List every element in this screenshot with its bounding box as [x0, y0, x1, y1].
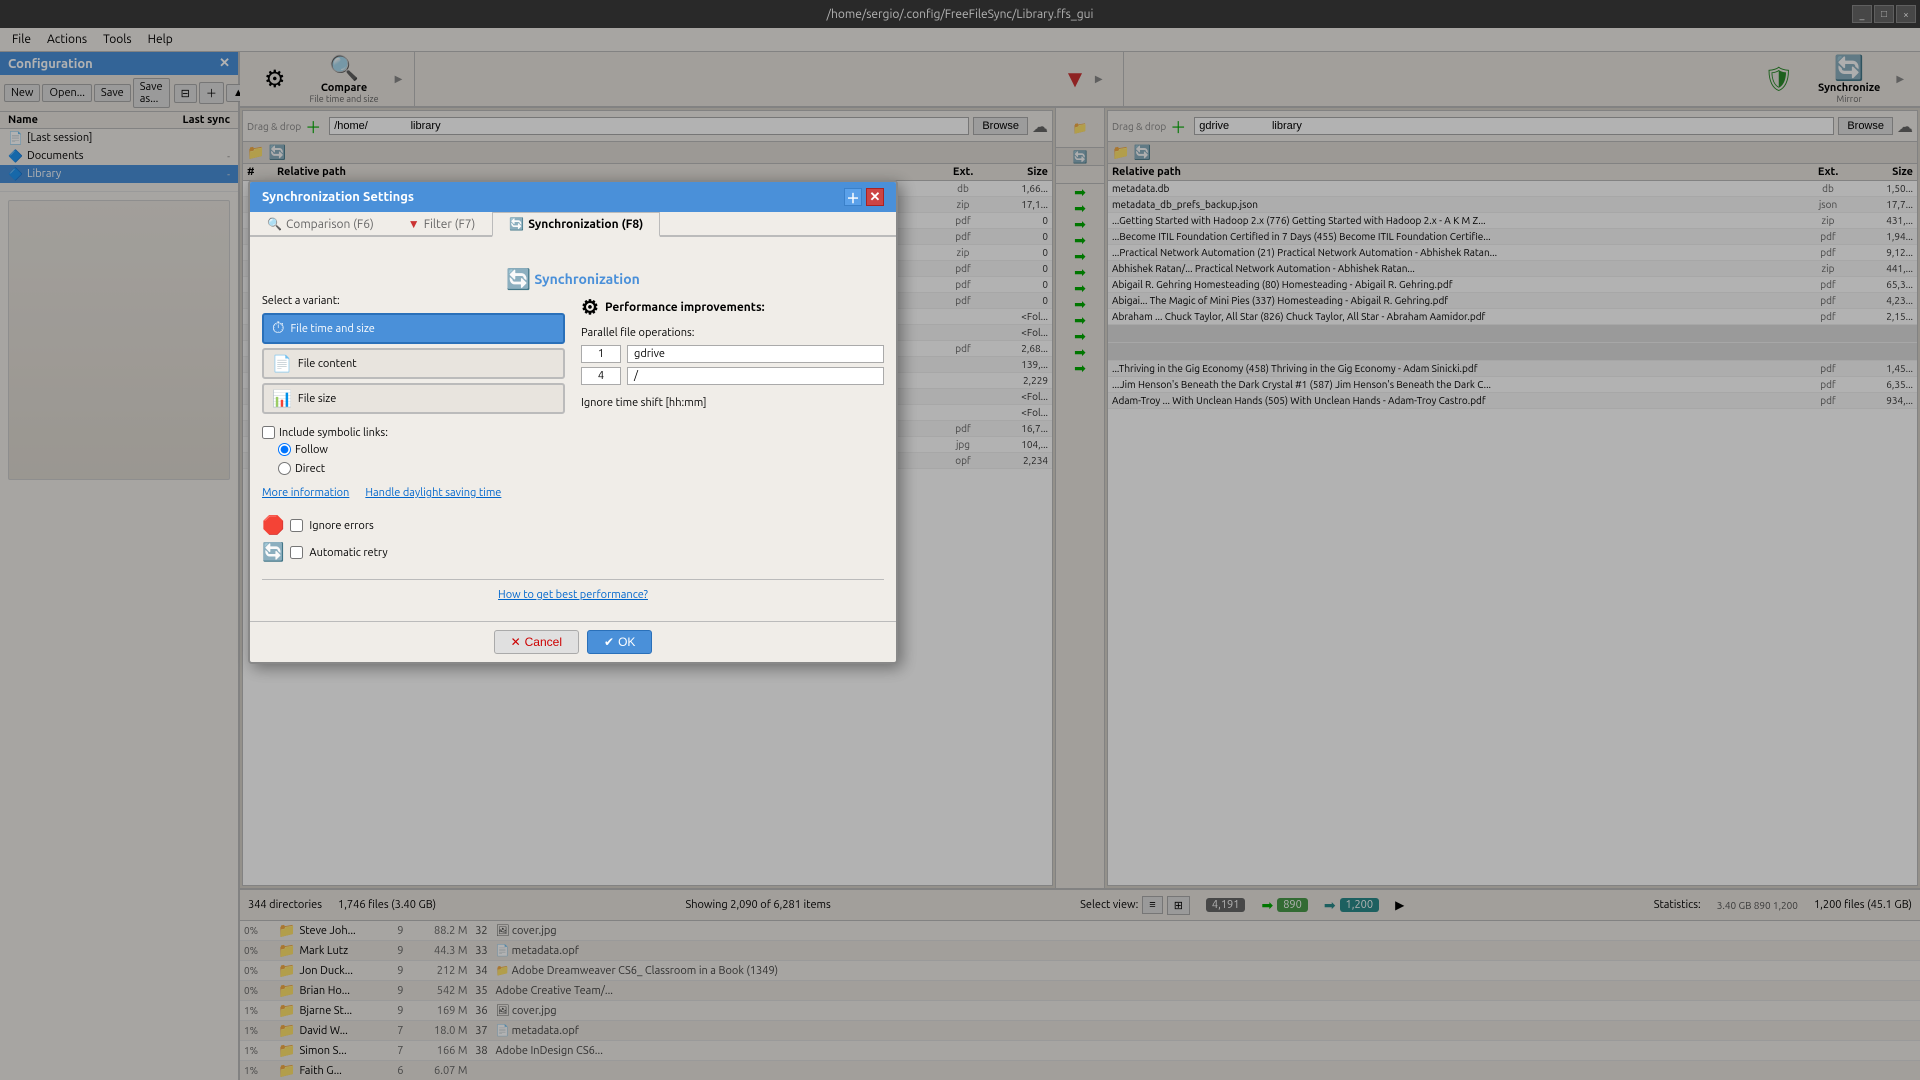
auto-retry-checkbox[interactable]	[290, 546, 303, 559]
tab-synchronization[interactable]: 🔄 Synchronization (F8)	[492, 212, 660, 237]
sync-section-heading: 🔄 Synchronization	[262, 261, 884, 295]
ignore-errors-checkbox[interactable]	[290, 519, 303, 532]
links-row: More information Handle daylight saving …	[262, 487, 565, 499]
auto-retry-row: 🔄 Automatic retry	[262, 542, 565, 563]
ok-icon: ✔	[604, 635, 614, 649]
follow-radio[interactable]	[278, 443, 291, 456]
variant-file-size[interactable]: 📊 File size	[262, 383, 565, 414]
parallel-ops-label: Parallel file operations:	[581, 327, 884, 339]
best-performance-link[interactable]: How to get best performance?	[498, 589, 648, 601]
more-info-link[interactable]: More information	[262, 487, 349, 499]
variant-options: ⏱ File time and size 📄 File content 📊 Fi…	[262, 313, 565, 414]
dialog-title-bar: Synchronization Settings ＋ ✕	[250, 182, 896, 212]
tab-filter[interactable]: ▼ Filter (F7)	[391, 212, 493, 235]
symlink-section: Include symbolic links: Follow Direct	[262, 426, 565, 479]
dialog-overlay[interactable]: Synchronization Settings ＋ ✕ 🔍 Compariso…	[0, 0, 1920, 1080]
dialog-body: 🔄 Synchronization Select a variant: ⏱ Fi…	[250, 249, 896, 621]
parallel-num-1[interactable]: 1	[581, 345, 621, 363]
direct-radio[interactable]	[278, 462, 291, 475]
sync-settings-dialog: Synchronization Settings ＋ ✕ 🔍 Compariso…	[248, 180, 898, 664]
follow-option[interactable]: Follow	[278, 443, 565, 456]
ok-button[interactable]: ✔ OK	[587, 630, 652, 654]
symlink-label: Include symbolic links:	[262, 426, 565, 439]
perf-label: ⚙ Performance improvements:	[581, 295, 884, 319]
comparison-icon: 🔍	[267, 217, 282, 231]
dialog-close-icon[interactable]: ✕	[866, 188, 884, 206]
tab-comparison[interactable]: 🔍 Comparison (F6)	[250, 212, 391, 235]
parallel-target-1[interactable]: gdrive	[627, 345, 884, 363]
variant-file-content[interactable]: 📄 File content	[262, 348, 565, 379]
error-section: 🛑 Ignore errors 🔄 Automatic retry	[262, 515, 565, 563]
parallel-row-2: 4 /	[581, 367, 884, 385]
dialog-tabs: 🔍 Comparison (F6) ▼ Filter (F7) 🔄 Synchr…	[250, 212, 896, 237]
size-icon: 📊	[272, 389, 292, 408]
cancel-icon: ✕	[511, 635, 521, 649]
handle-dst-link[interactable]: Handle daylight saving time	[365, 487, 501, 499]
parallel-num-2[interactable]: 4	[581, 367, 621, 385]
dialog-right-col: ⚙ Performance improvements: Parallel fil…	[581, 295, 884, 571]
auto-retry-icon: 🔄	[262, 542, 284, 563]
parallel-row-1: 1 gdrive	[581, 345, 884, 363]
sync-heading-icon: 🔄	[506, 267, 531, 290]
symlink-radio-group: Follow Direct	[278, 443, 565, 479]
symlink-checkbox[interactable]	[262, 426, 275, 439]
ignore-ts-section: Ignore time shift [hh:mm]	[581, 397, 884, 409]
direct-option[interactable]: Direct	[278, 462, 565, 475]
cancel-button[interactable]: ✕ Cancel	[494, 630, 579, 654]
time-icon: ⏱	[272, 319, 284, 338]
dialog-columns: Select a variant: ⏱ File time and size 📄…	[262, 295, 884, 571]
dialog-title-text: Synchronization Settings	[262, 190, 414, 204]
perf-icon: ⚙	[581, 295, 599, 319]
variant-file-time-size[interactable]: ⏱ File time and size	[262, 313, 565, 344]
filter-icon: ▼	[408, 217, 420, 231]
bottom-link-section: How to get best performance?	[262, 579, 884, 609]
variant-label: Select a variant:	[262, 295, 565, 307]
dialog-footer: ✕ Cancel ✔ OK	[250, 621, 896, 662]
content-icon: 📄	[272, 354, 292, 373]
dialog-left-col: Select a variant: ⏱ File time and size 📄…	[262, 295, 565, 571]
ignore-errors-icon: 🛑	[262, 515, 284, 536]
sync-tab-icon: 🔄	[509, 217, 524, 231]
parallel-target-2[interactable]: /	[627, 367, 884, 385]
dialog-plus-icon[interactable]: ＋	[844, 188, 862, 206]
ignore-ts-label: Ignore time shift [hh:mm]	[581, 397, 884, 409]
ignore-errors-row: 🛑 Ignore errors	[262, 515, 565, 536]
